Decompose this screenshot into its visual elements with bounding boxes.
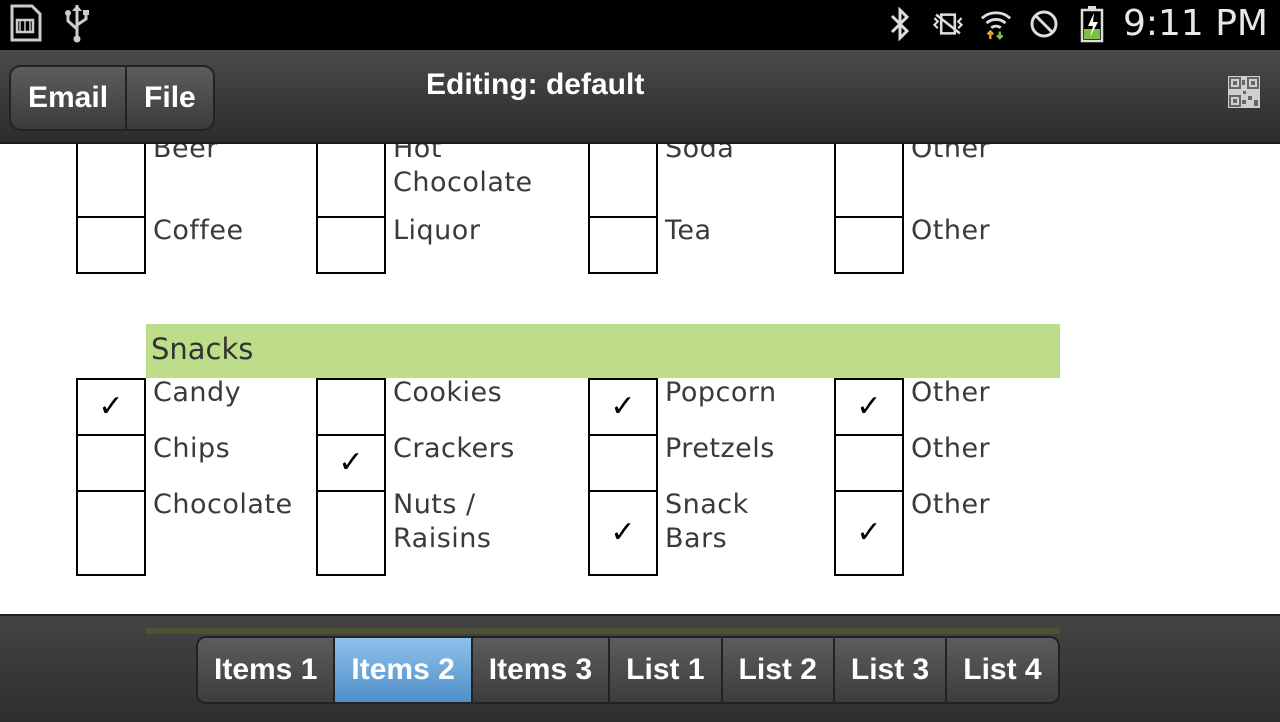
drinks-checkbox[interactable] [76, 144, 146, 218]
drinks-checkbox[interactable] [834, 144, 904, 218]
email-button[interactable]: Email [11, 67, 126, 129]
page-title: Editing: default [426, 68, 645, 101]
drinks-item-label: Tea [665, 215, 712, 246]
snacks-item-label: Chocolate [153, 489, 293, 520]
bottom-tab-bar: Items 1 Items 2 Items 3 List 1 List 2 List 3L… [0, 614, 1280, 722]
snacks-item-label: Other [911, 433, 991, 464]
snacks-checkbox[interactable]: ✓ [834, 378, 904, 436]
usb-icon [60, 5, 94, 43]
battery-charging-icon [1075, 6, 1109, 43]
tab-items-1[interactable]: Items 1 [198, 638, 334, 702]
section-title: Snacks [151, 332, 254, 366]
drinks-item-label: Hot Chocolate [393, 144, 533, 198]
drinks-checkbox[interactable] [316, 144, 386, 218]
drinks-checkbox[interactable] [834, 216, 904, 274]
snacks-checkbox[interactable]: ✓ [76, 378, 146, 436]
status-bar: 9:11 PM [0, 0, 1280, 50]
snacks-item-label: Other [911, 489, 991, 520]
snacks-item-label: Chips [153, 433, 231, 464]
check-mark-icon: ✓ [338, 445, 364, 480]
email-file-segmented-control: Email File [9, 65, 215, 131]
check-mark-icon: ✓ [98, 389, 124, 424]
bluetooth-icon [883, 7, 917, 41]
drinks-item-label: Other [911, 215, 991, 246]
snacks-checkbox[interactable] [834, 434, 904, 492]
snacks-checkbox[interactable] [316, 490, 386, 576]
drinks-item-label: Soda [665, 144, 735, 164]
file-button[interactable]: File [125, 67, 213, 129]
section-header-snacks: Snacks [146, 324, 1060, 378]
drinks-item-label: Other [911, 144, 991, 164]
toolbar: Email File Editing: default [0, 50, 1280, 144]
sd-card-icon [8, 4, 42, 42]
drinks-checkbox[interactable] [316, 216, 386, 274]
snacks-item-label: Pretzels [665, 433, 775, 464]
snacks-checkbox[interactable]: ✓ [588, 490, 658, 576]
drinks-checkbox[interactable] [76, 216, 146, 274]
check-mark-icon: ✓ [610, 515, 636, 550]
drinks-checkbox[interactable] [588, 144, 658, 218]
snacks-item-label: Snack Bars [665, 489, 749, 554]
drinks-item-label: Coffee [153, 215, 244, 246]
snacks-checkbox[interactable] [76, 490, 146, 576]
check-mark-icon: ✓ [610, 389, 636, 424]
tab-items-3[interactable]: Items 3 [470, 638, 609, 702]
snacks-checkbox[interactable]: ✓ [834, 490, 904, 576]
snacks-item-label: Candy [153, 377, 242, 408]
tab-items-2[interactable]: Items 2 [333, 638, 471, 702]
snacks-checkbox[interactable] [316, 378, 386, 436]
snacks-item-label: Cookies [393, 377, 503, 408]
drinks-item-label: Liquor [393, 215, 481, 246]
snacks-item-label: Other [911, 377, 991, 408]
clock-time: 9:11 PM [1122, 3, 1268, 44]
tab-group: Items 1 Items 2 Items 3 List 1 List 2 List 3L… [196, 636, 1060, 704]
drinks-checkbox[interactable] [588, 216, 658, 274]
tab-list-4[interactable]: List 4 [945, 638, 1058, 702]
divider [146, 628, 1060, 634]
snacks-item-label: Nuts / Raisins [393, 489, 492, 554]
tab-list-1[interactable]: List 1 [608, 638, 721, 702]
check-mark-icon: ✓ [856, 389, 882, 424]
snacks-checkbox[interactable] [588, 434, 658, 492]
wifi-icon [979, 7, 1013, 41]
snacks-item-label: Popcorn [665, 377, 777, 408]
drinks-item-label: Beer [153, 144, 218, 164]
tab-list-3[interactable]: List 3 [832, 638, 946, 702]
checklist-content: Beer Coffee Hot Chocolate Liquor Soda Tea Othe… [0, 144, 1280, 614]
snacks-item-label: Crackers [393, 433, 515, 464]
blocked-icon [1027, 7, 1061, 41]
vibrate-icon [931, 7, 965, 41]
snacks-checkbox[interactable]: ✓ [316, 434, 386, 492]
qr-code-icon[interactable] [1228, 76, 1260, 108]
check-mark-icon: ✓ [856, 515, 882, 550]
snacks-checkbox[interactable] [76, 434, 146, 492]
tab-list-2[interactable]: List 2 [720, 638, 833, 702]
snacks-checkbox[interactable]: ✓ [588, 378, 658, 436]
